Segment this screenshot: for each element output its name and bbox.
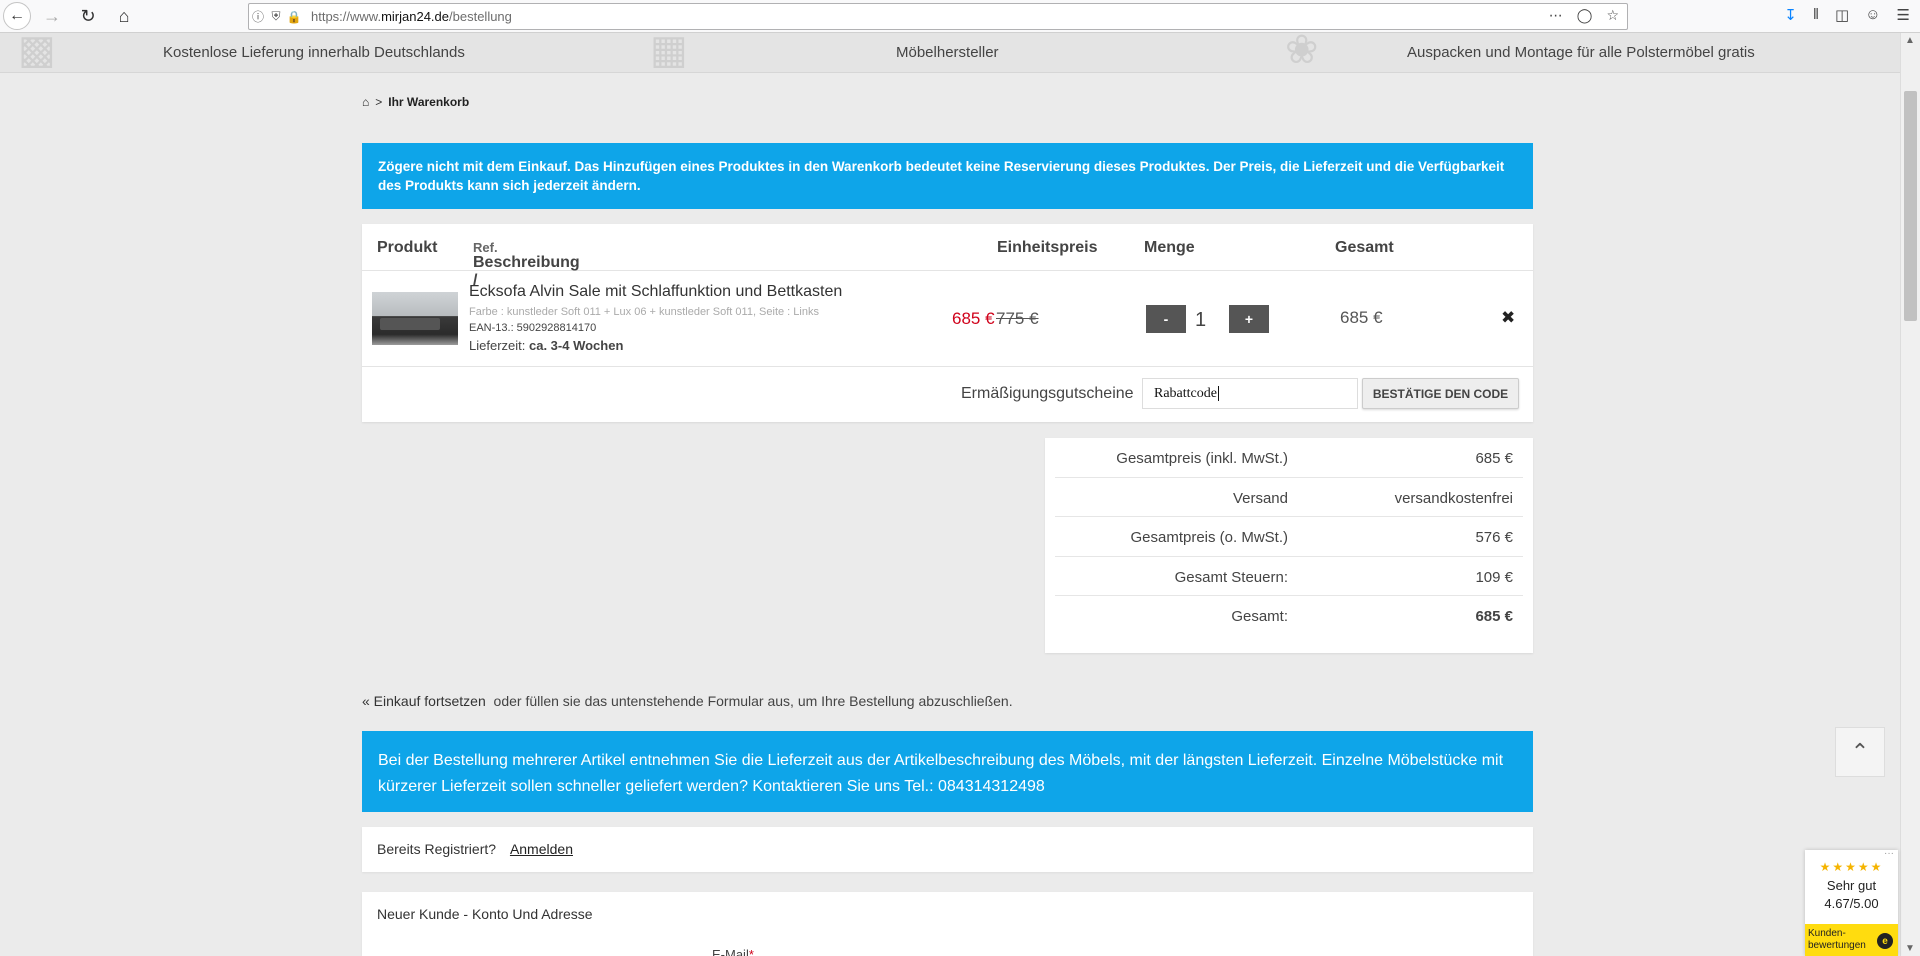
quantity-value: 1	[1195, 309, 1207, 331]
breadcrumb-separator: >	[375, 95, 383, 109]
voucher-label: Ermäßigungsgutscheine	[961, 385, 1134, 402]
quantity-increase-button[interactable]: +	[1229, 305, 1269, 333]
order-summary: Gesamtpreis (inkl. MwSt.) 685 € Versand …	[1045, 438, 1533, 653]
continue-shopping-line: « Einkauf fortsetzen oder füllen sie das…	[362, 693, 1013, 709]
menu-icon[interactable]: ☰	[1897, 6, 1910, 24]
rating-widget[interactable]: ··· ★★★★★ Sehr gut 4.67/5.00 Kunden-bewe…	[1805, 848, 1898, 956]
col-quantity: Menge	[1144, 239, 1195, 256]
shield-icon[interactable]: ⛨	[267, 9, 285, 24]
remove-item-icon[interactable]: ✖	[1501, 308, 1515, 328]
trusted-shops-icon: e	[1877, 933, 1893, 949]
login-panel: Bereits Registriert? Anmelden	[362, 827, 1533, 872]
scroll-to-top-button[interactable]: ⌃	[1835, 727, 1885, 777]
page-scrollbar[interactable]: ▲ ▼	[1900, 33, 1920, 956]
apply-voucher-button[interactable]: BESTÄTIGE DEN CODE	[1362, 378, 1519, 409]
delivery-notice: Bei der Bestellung mehrerer Artikel entn…	[362, 731, 1533, 812]
col-product: Produkt	[377, 239, 438, 256]
voucher-row: Ermäßigungsgutscheine Rabattcode BESTÄTI…	[362, 367, 1533, 421]
breadcrumb: ⌂ > Ihr Warenkorb	[362, 95, 469, 109]
home-breadcrumb-icon[interactable]: ⌂	[362, 95, 369, 109]
summary-row: Gesamtpreis (o. MwSt.) 576 €	[1055, 517, 1523, 557]
url-bar[interactable]: ⓘ ⛨ 🔒 https://www.mirjan24.de/bestellung…	[248, 3, 1628, 30]
original-price: 775 €	[996, 309, 1039, 328]
assembly-info: Auspacken und Montage für alle Polstermö…	[1407, 44, 1755, 61]
col-unit-price: Einheitspreis	[997, 239, 1098, 256]
bookmark-star-icon[interactable]: ☆	[1606, 7, 1619, 24]
account-icon[interactable]: ☺	[1865, 6, 1880, 24]
col-total: Gesamt	[1335, 239, 1394, 256]
download-icon[interactable]: ↧	[1784, 6, 1797, 24]
summary-total-row: Gesamt: 685 €	[1231, 608, 1513, 625]
scroll-thumb[interactable]	[1904, 91, 1917, 321]
product-delivery-time: Lieferzeit: ca. 3-4 Wochen	[469, 338, 624, 353]
product-ean: EAN-13.: 5902928814170	[469, 322, 597, 334]
reservation-notice: Zögere nicht mit dem Einkauf. Das Hinzuf…	[362, 143, 1533, 209]
login-question: Bereits Registriert?	[377, 841, 497, 857]
voucher-input[interactable]: Rabattcode	[1142, 378, 1358, 409]
chevron-up-icon: ⌃	[1850, 739, 1870, 764]
lock-icon[interactable]: 🔒	[285, 10, 303, 24]
line-total: 685 €	[1340, 308, 1383, 327]
scroll-up-icon[interactable]: ▲	[1905, 35, 1915, 46]
summary-row: Versand versandkostenfrei	[1055, 478, 1523, 517]
product-attributes: Farbe : kunstleder Soft 011 + Lux 06 + k…	[469, 306, 819, 318]
rating-stars: ★★★★★	[1819, 860, 1884, 874]
scroll-down-icon[interactable]: ▼	[1905, 943, 1915, 954]
library-icon[interactable]: ‖	[1813, 6, 1819, 24]
product-thumbnail[interactable]	[372, 292, 458, 345]
email-label: E-Mail*	[712, 947, 754, 956]
rating-grade: Sehr gut	[1826, 878, 1877, 893]
login-link[interactable]: Anmelden	[510, 841, 573, 857]
summary-row: Gesamt Steuern: 109 €	[1055, 557, 1523, 596]
col-description: Beschreibung / Ref.	[473, 240, 580, 289]
wrench-icon: ❀	[1285, 28, 1319, 72]
rating-menu-icon[interactable]: ···	[1884, 848, 1894, 859]
building-icon: ▦	[650, 28, 688, 72]
cart-table: Produkt Beschreibung / Ref. Einheitsprei…	[362, 224, 1533, 422]
reload-icon[interactable]: ↻	[73, 1, 103, 31]
breadcrumb-current: Ihr Warenkorb	[388, 95, 470, 109]
url-text[interactable]: https://www.mirjan24.de/bestellung	[311, 9, 512, 24]
back-icon[interactable]: ←	[3, 2, 31, 30]
new-customer-panel: Neuer Kunde - Konto Und Adresse E-Mail*	[362, 892, 1533, 956]
rating-score: 4.67/5.00	[1824, 896, 1879, 911]
truck-icon: ▩	[18, 28, 56, 72]
continue-text: oder füllen sie das untenstehende Formul…	[493, 693, 1013, 709]
continue-shopping-link[interactable]: « Einkauf fortsetzen	[362, 693, 486, 709]
new-customer-title: Neuer Kunde - Konto Und Adresse	[377, 906, 593, 922]
page-actions-icon[interactable]: ⋯	[1549, 7, 1563, 24]
info-icon[interactable]: ⓘ	[249, 8, 267, 25]
sidebar-icon[interactable]: ◫	[1835, 6, 1849, 24]
home-icon[interactable]: ⌂	[109, 1, 139, 31]
product-title[interactable]: Ecksofa Alvin Sale mit Schlaffunktion un…	[469, 283, 842, 301]
delivery-info: Kostenlose Lieferung innerhalb Deutschla…	[163, 44, 465, 61]
summary-row: Gesamtpreis (inkl. MwSt.) 685 €	[1055, 438, 1523, 478]
sale-price: 685 €	[952, 309, 995, 328]
pocket-icon[interactable]: ◯	[1577, 7, 1593, 24]
quantity-decrease-button[interactable]: -	[1146, 305, 1186, 333]
browser-toolbar: ← → ↻ ⌂ ⓘ ⛨ 🔒 https://www.mirjan24.de/be…	[0, 0, 1920, 33]
manufacturer-info: Möbelhersteller	[896, 44, 999, 61]
cart-header: Produkt Beschreibung / Ref. Einheitsprei…	[362, 224, 1533, 289]
info-strip: ▩ Kostenlose Lieferung innerhalb Deutsch…	[0, 28, 1900, 73]
cart-item-row: Ecksofa Alvin Sale mit Schlaffunktion un…	[362, 271, 1533, 367]
